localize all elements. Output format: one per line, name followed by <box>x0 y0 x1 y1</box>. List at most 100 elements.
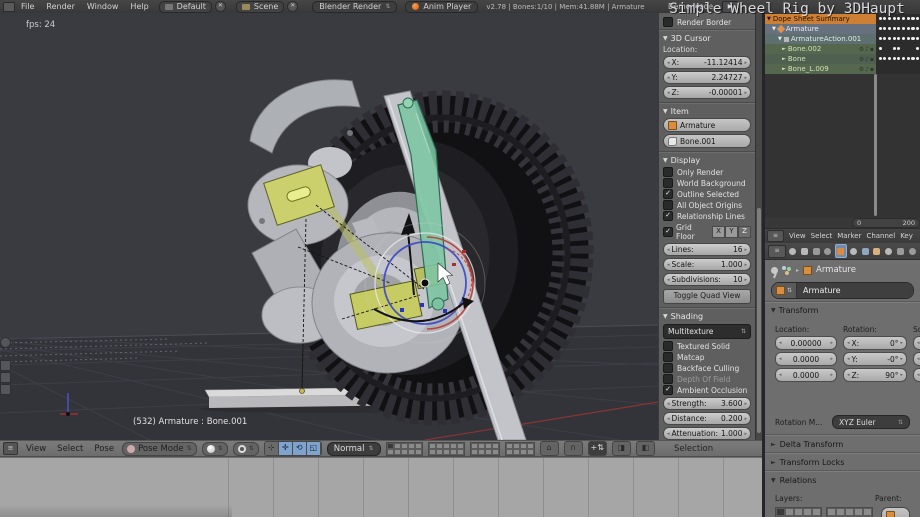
keyframe-dot[interactable] <box>893 57 896 60</box>
keyframe-dot[interactable] <box>911 27 914 30</box>
snap-magnet-button[interactable]: ∩ <box>564 441 583 456</box>
layer-cell[interactable] <box>812 508 821 516</box>
keyframe-dot[interactable] <box>907 37 910 40</box>
transform-locks-panel[interactable]: ►Transform Locks <box>765 454 920 470</box>
keyframe-dot[interactable] <box>897 47 900 50</box>
translate-manipulator-icon[interactable]: ✛ <box>279 442 293 455</box>
cursor-y-field[interactable]: ◂ Y:2.24727▸ <box>663 71 751 84</box>
timeline-strip[interactable] <box>0 457 762 517</box>
tab-physics-icon[interactable] <box>907 245 917 257</box>
keyframe-dot[interactable] <box>897 27 900 30</box>
speaker-icon[interactable]: ♪ <box>865 66 869 73</box>
tab-constraints-icon[interactable] <box>849 245 859 257</box>
toggle-quad-view-button[interactable]: Toggle Quad View <box>663 289 751 304</box>
layer-cell[interactable] <box>415 449 422 455</box>
delta-transform-panel[interactable]: ►Delta Transform <box>765 436 920 452</box>
tab-texture-icon[interactable] <box>896 245 906 257</box>
ambient-occlusion-checkbox[interactable]: ✓ <box>663 385 673 395</box>
layer-cell[interactable] <box>485 449 492 455</box>
textured-solid-checkbox[interactable] <box>663 341 673 351</box>
keyframe-dot[interactable] <box>902 57 905 60</box>
layer-cell[interactable] <box>471 449 478 455</box>
collapsed-toolshelf-handle[interactable] <box>0 337 11 348</box>
snap-element-dropdown[interactable]: +⇅ <box>588 441 607 456</box>
rotation-mode-dropdown[interactable]: XYZ Euler⇅ <box>832 415 910 429</box>
ds-menu-view[interactable]: View <box>789 232 806 240</box>
keyframe-dot[interactable] <box>916 47 919 50</box>
wrench-icon[interactable]: ⚙ <box>859 56 864 63</box>
scene-selector[interactable]: Scene <box>236 1 284 13</box>
layer-cell[interactable] <box>836 508 845 516</box>
keyframe-dot[interactable] <box>897 37 900 40</box>
orientation-dropdown[interactable]: Normal⇅ <box>327 442 381 456</box>
breadcrumb-object[interactable]: Armature <box>816 265 856 275</box>
keyframe-dot[interactable] <box>897 57 900 60</box>
layer-cell[interactable] <box>387 449 394 455</box>
grid-scale-field[interactable]: ◂ Scale:1.000▸ <box>663 258 751 271</box>
manipulator-toggles[interactable]: ⊹ ✛ ⟲ ◱ <box>264 441 322 456</box>
layer-cell[interactable] <box>450 449 457 455</box>
menu-pose[interactable]: Pose <box>91 444 117 454</box>
keyframe-dot[interactable] <box>883 37 886 40</box>
layer-cell[interactable] <box>492 449 499 455</box>
keyframe-dot[interactable] <box>883 27 886 30</box>
scale-x-field[interactable]: ◂X <box>913 336 920 350</box>
keyframe-dot[interactable] <box>916 17 919 20</box>
ds-menu-select[interactable]: Select <box>811 232 833 240</box>
layer-cell[interactable] <box>854 508 863 516</box>
rotate-manipulator-icon[interactable]: ⟲ <box>293 442 307 455</box>
editor-type-icon[interactable] <box>3 2 15 12</box>
menu-window[interactable]: Window <box>81 2 125 11</box>
manipulator-widget-icon[interactable]: ⊹ <box>265 442 279 455</box>
layer-cell[interactable] <box>436 449 443 455</box>
layer-cell[interactable] <box>527 449 534 455</box>
keyframe-dot[interactable] <box>907 17 910 20</box>
keyframe-dot[interactable] <box>902 37 905 40</box>
transform-panel-arrow[interactable]: ▼ <box>771 307 776 314</box>
render-engine-selector[interactable]: Blender Render ⇅ <box>312 1 397 13</box>
mode-dropdown[interactable]: Pose Mode⇅ <box>122 442 197 456</box>
grid-lines-field[interactable]: ◂ Lines:16▸ <box>663 243 751 256</box>
object-layers-grid-1[interactable] <box>775 507 822 517</box>
keyframe-dot[interactable] <box>879 17 882 20</box>
viewport-shading-dropdown[interactable]: ⇅ <box>202 442 228 456</box>
properties-editor-icon[interactable]: ≡ <box>768 245 786 258</box>
keyframe-dot[interactable] <box>916 37 919 40</box>
keyframe-dot[interactable] <box>883 17 886 20</box>
channel-bone-002[interactable]: ► Bone.002 ⚙♪▪ <box>765 44 876 54</box>
tab-object-data-icon[interactable] <box>872 245 882 257</box>
keyframe-dot[interactable] <box>916 27 919 30</box>
channel-armature[interactable]: ▼ Armature <box>765 24 876 34</box>
keyframe-dot[interactable] <box>911 37 914 40</box>
keyframe-dot[interactable] <box>893 37 896 40</box>
shading-mode-dropdown[interactable]: Multitexture⇅ <box>663 324 751 339</box>
keyframe-dot[interactable] <box>897 17 900 20</box>
menu-render[interactable]: Render <box>40 2 80 11</box>
matcap-checkbox[interactable] <box>663 352 673 362</box>
location-y-field[interactable]: ◂0.0000▸ <box>775 352 837 366</box>
scale-manipulator-icon[interactable]: ◱ <box>307 442 321 455</box>
ds-menu-key[interactable]: Key <box>900 232 913 240</box>
layer-cell[interactable] <box>478 449 485 455</box>
pin-icon[interactable] <box>771 267 778 274</box>
edge-widget-3[interactable] <box>0 384 11 395</box>
layer-cell[interactable] <box>520 449 527 455</box>
location-x-field[interactable]: ◂0.00000▸ <box>775 336 837 350</box>
keyframe-dot[interactable] <box>893 17 896 20</box>
keyframe-dot[interactable] <box>916 57 919 60</box>
cursor-x-field[interactable]: ◂ X:-11.12414▸ <box>663 56 751 69</box>
layer-grid-1[interactable] <box>386 442 423 456</box>
layer-cell[interactable] <box>845 508 854 516</box>
armature-layer-grid-1[interactable] <box>470 442 500 456</box>
lock-button[interactable]: ⌂ <box>540 441 559 456</box>
layer-cell[interactable] <box>443 449 450 455</box>
keyframe-dot[interactable] <box>888 27 891 30</box>
rotation-y-field[interactable]: ◂Y:-0°▸ <box>843 352 907 366</box>
ds-menu-channel[interactable]: Channel <box>866 232 895 240</box>
layer-cell[interactable] <box>429 449 436 455</box>
render-opengl-anim-button[interactable]: ◧ <box>636 441 655 456</box>
edge-widget-2[interactable] <box>0 372 11 383</box>
ao-distance-field[interactable]: ◂ Distance:0.200▸ <box>663 412 751 425</box>
render-border-checkbox[interactable] <box>663 17 673 27</box>
keyframe-dot[interactable] <box>879 37 882 40</box>
